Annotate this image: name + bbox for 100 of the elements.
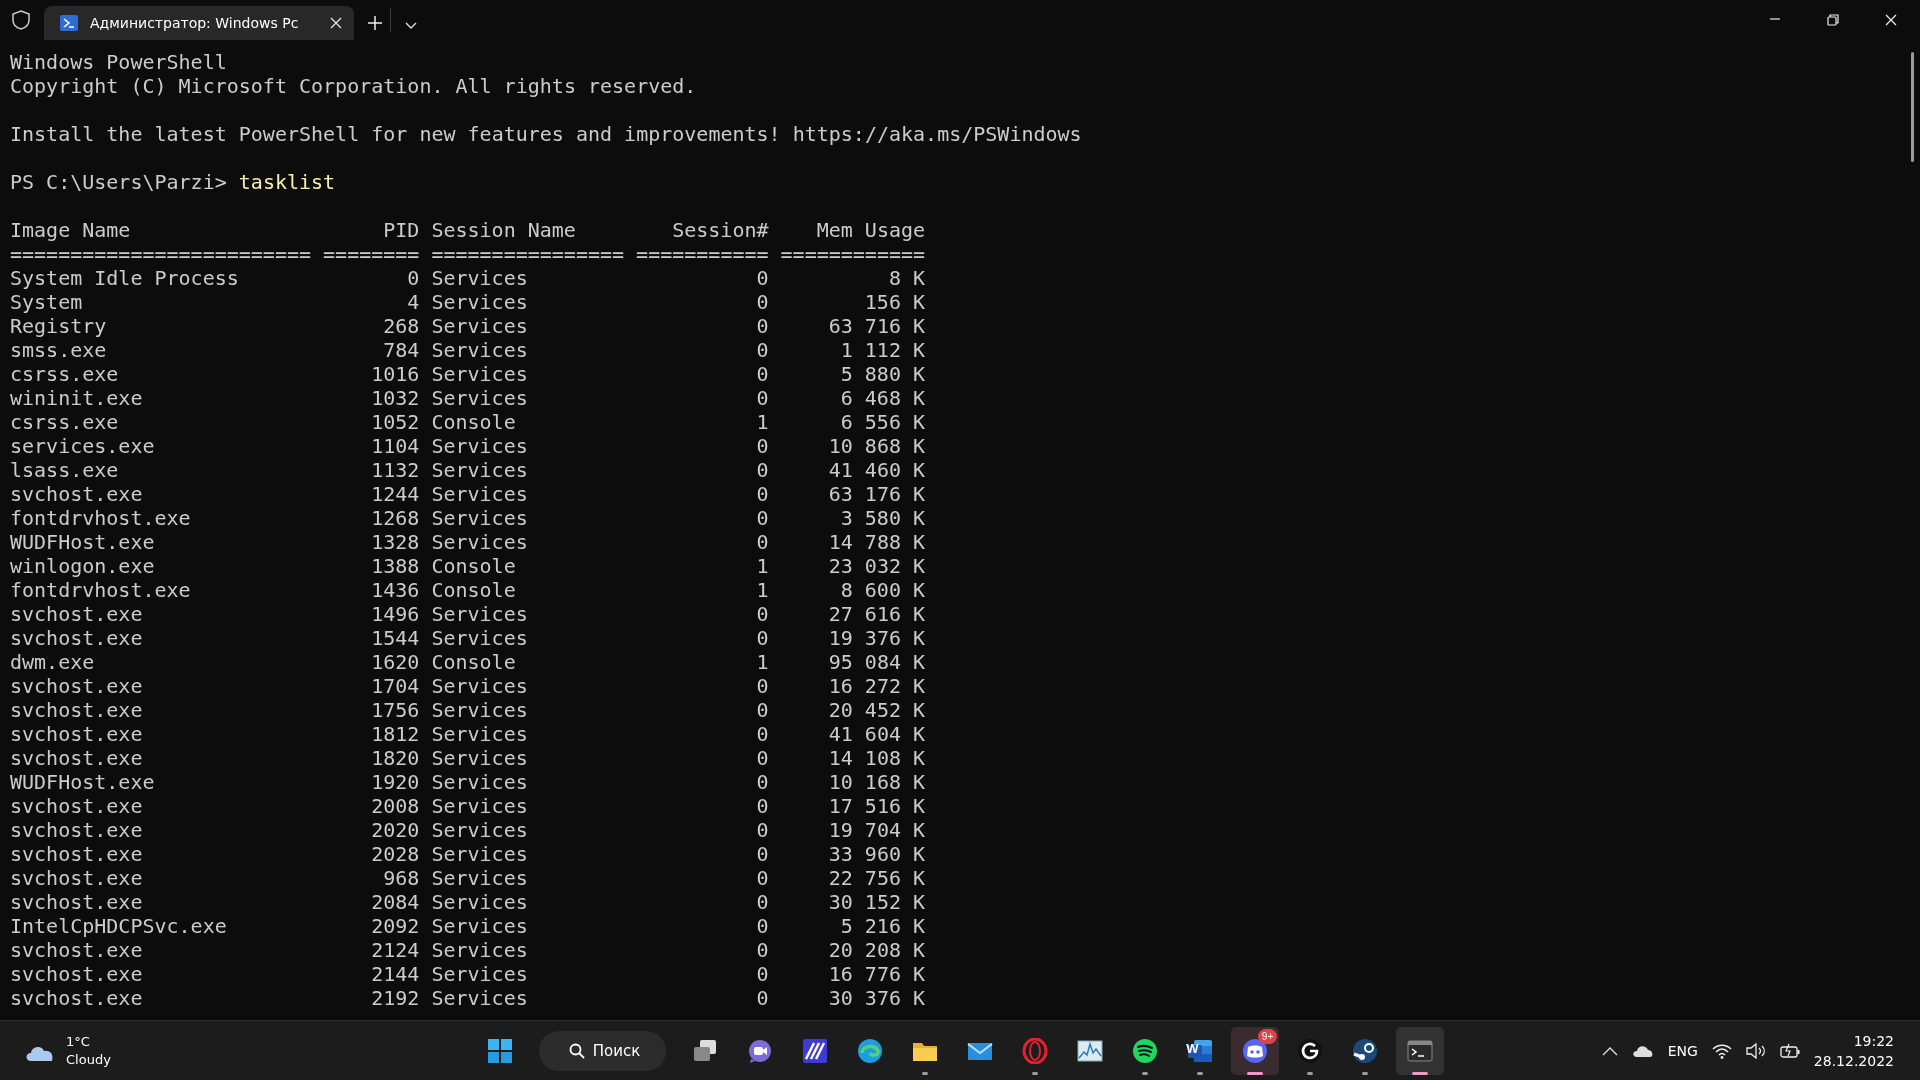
table-cell-text: 1 112 К xyxy=(839,338,926,362)
console-text: Install the latest PowerShell for new features and improvements! https://aka.ms/PSWindows xyxy=(10,122,1083,146)
table-cell-text: 63 176 К xyxy=(827,482,926,506)
table-cell-text: 5 216 К xyxy=(839,914,926,938)
search-field[interactable]: Поиск xyxy=(538,1030,667,1071)
table-cell-text: 0 xyxy=(755,482,769,506)
table-cell-text: 0 xyxy=(755,290,769,314)
table-cell-text: 1 xyxy=(755,554,769,578)
table-cell-text: 0 xyxy=(755,746,769,770)
tab[interactable]: Администратор: Windows Pc xyxy=(44,6,354,40)
table-cell-text: smss.exe xyxy=(10,338,108,362)
command-text: tasklist xyxy=(238,170,336,194)
table-cell-text: 2084 xyxy=(370,890,420,914)
table-cell-text: svchost.exe xyxy=(10,986,144,1010)
column-header: PID xyxy=(382,218,420,242)
table-cell-text: svchost.exe xyxy=(10,722,144,746)
cloud-icon[interactable] xyxy=(1631,1043,1654,1058)
plus-icon xyxy=(368,16,382,30)
table-cell-text: 27 616 К xyxy=(827,602,926,626)
table-cell-text: 0 xyxy=(755,362,769,386)
table-cell-text: 20 452 К xyxy=(827,698,926,722)
column-header: Session# xyxy=(671,218,769,242)
table-cell-text: Services xyxy=(431,458,529,482)
search-icon xyxy=(568,1042,585,1059)
table-cell-text: svchost.exe xyxy=(10,938,144,962)
taskbar-app-button[interactable] xyxy=(1396,1026,1445,1075)
table-cell-text: 41 604 К xyxy=(827,722,926,746)
table-cell-text: 1016 xyxy=(370,362,420,386)
table-cell-text: Services xyxy=(431,290,529,314)
table-cell-text: 0 xyxy=(755,458,769,482)
shield-icon xyxy=(12,10,30,30)
table-cell-text: 1 xyxy=(755,410,769,434)
table-cell-text: 1 xyxy=(755,650,769,674)
table-cell-text: csrss.exe xyxy=(10,362,120,386)
chevron-down-icon xyxy=(405,22,417,30)
speaker-icon[interactable] xyxy=(1745,1042,1766,1059)
table-cell-text: Services xyxy=(431,434,529,458)
scrollbar-thumb[interactable] xyxy=(1911,52,1914,162)
console-text: Copyright (C) Microsoft Corporation. All rights reserved. xyxy=(10,74,698,98)
table-cell-text: 968 xyxy=(382,866,420,890)
table-cell-text: svchost.exe xyxy=(10,818,144,842)
table-cell-text: 0 xyxy=(755,602,769,626)
table-cell-text: Services xyxy=(431,482,529,506)
weather-condition-text: Cloudy xyxy=(66,1050,111,1069)
table-cell-text: 0 xyxy=(755,674,769,698)
table-cell-text: svchost.exe xyxy=(10,602,144,626)
table-cell-text: 10 868 К xyxy=(827,434,926,458)
table-cell-text: svchost.exe xyxy=(10,698,144,722)
table-cell-text: Services xyxy=(431,842,529,866)
table-cell-text: 0 xyxy=(755,722,769,746)
close-icon[interactable] xyxy=(330,17,342,29)
battery-icon[interactable] xyxy=(1779,1042,1800,1059)
table-cell-text: 0 xyxy=(755,314,769,338)
table-cell-text: 0 xyxy=(755,434,769,458)
table-cell-text: 156 К xyxy=(863,290,926,314)
arc-logo-icon xyxy=(1297,1037,1324,1064)
table-cell-text: 0 xyxy=(755,818,769,842)
table-cell-text: 1920 xyxy=(370,770,420,794)
table-cell-text: Services xyxy=(431,746,529,770)
running-indicator xyxy=(1142,1071,1149,1075)
column-header: Mem Usage xyxy=(815,218,926,242)
table-cell-text: 1436 xyxy=(370,578,420,602)
piston-logo-icon xyxy=(1352,1037,1379,1064)
table-cell-text: Services xyxy=(431,386,529,410)
chevron-up-icon[interactable] xyxy=(1601,1045,1618,1056)
table-cell-text: csrss.exe xyxy=(10,410,120,434)
taskbar-app-button[interactable]: 9+ xyxy=(1231,1026,1280,1075)
column-header: Image Name xyxy=(10,218,132,242)
table-cell-text: 41 460 К xyxy=(827,458,926,482)
table-cell-text: 0 xyxy=(755,890,769,914)
table-cell-text: lsass.exe xyxy=(10,458,120,482)
table-cell-text: Services xyxy=(431,530,529,554)
table-cell-text: 30 376 К xyxy=(827,986,926,1010)
language-indicator[interactable]: ENG xyxy=(1667,1042,1698,1059)
table-cell-text: wininit.exe xyxy=(10,386,144,410)
table-cell-text: Services xyxy=(431,890,529,914)
table-cell-text: 16 272 К xyxy=(827,674,926,698)
table-cell-text: Console xyxy=(431,410,517,434)
table-cell-text: 2020 xyxy=(370,818,420,842)
table-cell-text: System xyxy=(10,290,84,314)
table-cell-text: svchost.exe xyxy=(10,746,144,770)
table-cell-text: Services xyxy=(431,626,529,650)
table-cell-text: 6 556 К xyxy=(839,410,926,434)
table-cell-text: Services xyxy=(431,938,529,962)
weather-widget[interactable]: 1°C Cloudy xyxy=(0,1032,125,1069)
running-indicator xyxy=(1197,1071,1204,1075)
table-cell-text: 784 xyxy=(382,338,420,362)
table-cell-text: 19 704 К xyxy=(827,818,926,842)
wifi-icon[interactable] xyxy=(1711,1042,1732,1059)
terminal-prompt-icon xyxy=(60,15,78,31)
clock[interactable]: 19:22 28.12.2022 xyxy=(1813,1030,1894,1071)
table-cell-text: 1132 xyxy=(370,458,420,482)
table-cell-text: 1 xyxy=(755,578,769,602)
table-cell-text: 63 716 К xyxy=(827,314,926,338)
table-cell-text: services.exe xyxy=(10,434,156,458)
table-cell-text: 0 xyxy=(755,698,769,722)
table-cell-text: 8 К xyxy=(887,266,926,290)
table-cell-text: Services xyxy=(431,962,529,986)
table-cell-text: dwm.exe xyxy=(10,650,96,674)
table-cell-text: WUDFHost.exe xyxy=(10,530,156,554)
